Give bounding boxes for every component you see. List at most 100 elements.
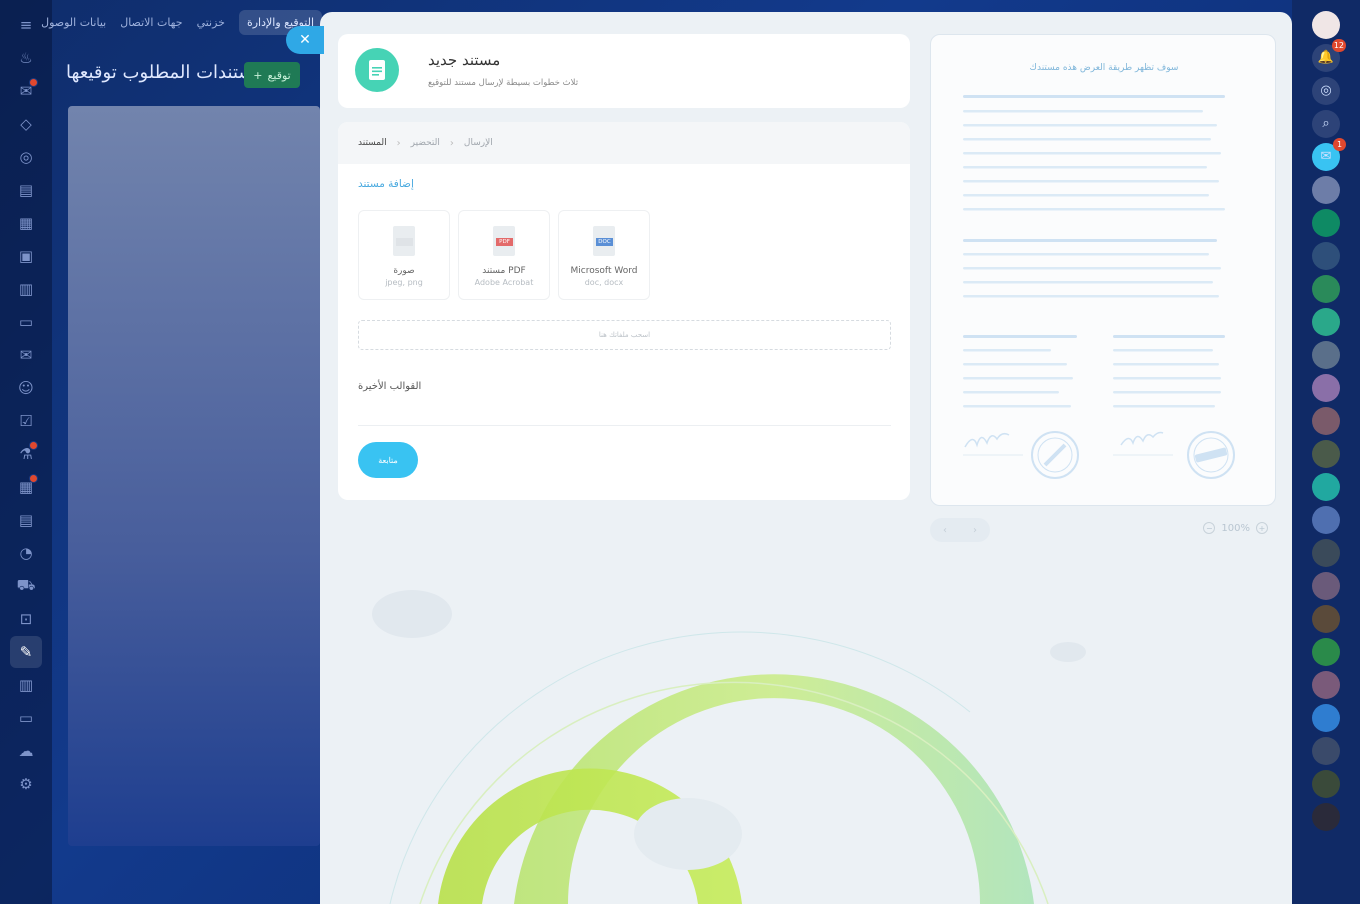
add-document-heading: إضافة مستند	[358, 178, 414, 190]
menu-icon[interactable]: ≡	[10, 9, 42, 41]
contact-avatar[interactable]	[1312, 373, 1340, 402]
sign-button-label: توقيع	[267, 68, 291, 82]
contact-avatar[interactable]	[1312, 340, 1340, 369]
header-card: مستند جديد ثلاث خطوات بسيطة لإرسال مستند…	[338, 34, 910, 108]
upload-pdf-tile[interactable]: PDF مستند PDF Adobe Acrobat	[458, 210, 550, 300]
pager: ‹ ›	[930, 518, 990, 542]
contact-avatar[interactable]	[1312, 307, 1340, 336]
flame-icon[interactable]: ♨	[10, 42, 42, 74]
chat-icon[interactable]: ✉	[10, 75, 42, 107]
steps-breadcrumb: المستند › التحضير › الإرسال	[338, 122, 910, 164]
left-sidebar: ≡ ♨ ✉ ◇ ◎ ▤ ▦ ▣ ▥ ▭ ✉ ☺ ☑ ⚗ ▦ ▤ ◔ ⛟ ⊡ ✎ ▥ ▭ ☁ ⚙	[0, 0, 52, 904]
sign-icon[interactable]: ✎	[10, 635, 42, 668]
upload-image-tile[interactable]: صورة jpeg, png	[358, 210, 450, 300]
filter-icon[interactable]: ⚗	[10, 438, 42, 470]
board-icon[interactable]: ▥	[10, 273, 42, 305]
tile-subtitle: Adobe Acrobat	[474, 278, 534, 287]
cart-icon[interactable]: ⛟	[10, 570, 42, 602]
contact-avatar[interactable]	[1312, 538, 1340, 567]
word-file-icon: DOC	[593, 226, 615, 256]
search-chat-icon[interactable]: ⌕	[1312, 109, 1340, 138]
sign-button[interactable]: + توقيع	[244, 62, 300, 88]
settings-icon[interactable]: ⚙	[10, 768, 42, 800]
next-page-icon[interactable]: ›	[973, 525, 977, 536]
contact-avatar[interactable]	[1312, 472, 1340, 501]
tile-subtitle: doc, docx	[584, 278, 624, 287]
continue-button[interactable]: متابعة	[358, 442, 418, 478]
notification-badge: 1	[1333, 137, 1346, 151]
step-send[interactable]: الإرسال	[464, 138, 493, 148]
divider	[358, 425, 891, 426]
tab-vault[interactable]: خزنتي	[197, 16, 225, 29]
notification-badge: 12	[1331, 38, 1346, 52]
contact-avatar[interactable]	[1312, 274, 1340, 303]
zoom-level: 100%	[1221, 522, 1250, 534]
drop-zone[interactable]: اسحب ملفاتك هنا	[358, 320, 891, 350]
contact-avatar[interactable]	[1312, 604, 1340, 633]
mail-icon[interactable]: ✉	[10, 339, 42, 371]
document-icon[interactable]: ▣	[10, 240, 42, 272]
calendar-icon[interactable]: ▦	[10, 207, 42, 239]
target-icon[interactable]: ◎	[1312, 76, 1340, 105]
zoom-control: − 100% +	[1203, 522, 1268, 534]
contact-avatar[interactable]	[1312, 208, 1340, 237]
checklist-icon[interactable]: ☑	[10, 405, 42, 437]
contact-avatar[interactable]	[1312, 769, 1340, 798]
drive-icon[interactable]: ▭	[10, 306, 42, 338]
modal-subtitle: ثلاث خطوات بسيطة لإرسال مستند للتوقيع	[428, 78, 579, 88]
zoom-out-icon[interactable]: −	[1203, 522, 1216, 534]
recent-templates-heading: القوالب الأخيرة	[358, 381, 422, 392]
contact-avatar[interactable]	[1312, 175, 1340, 204]
cloud-icon[interactable]: ☁	[10, 735, 42, 767]
feed-icon[interactable]: ▤	[10, 174, 42, 206]
contact-avatar[interactable]	[1312, 571, 1340, 600]
zoom-in-icon[interactable]: +	[1256, 522, 1268, 534]
contact-avatar[interactable]	[1312, 802, 1340, 831]
tasks-icon[interactable]: ◇	[10, 108, 42, 140]
target-icon[interactable]: ◎	[10, 141, 42, 173]
notification-dot	[29, 473, 38, 483]
upload-word-tile[interactable]: DOC Microsoft Word doc, docx	[558, 210, 650, 300]
chevron-icon: ›	[396, 137, 401, 149]
chat-bubble-icon[interactable]: ✉ 1	[1312, 137, 1346, 171]
plus-icon: +	[253, 68, 263, 82]
preview-controls: ‹ › − 100% +	[930, 518, 1276, 542]
card-icon[interactable]: ▭	[10, 702, 42, 734]
contact-avatar[interactable]	[1312, 406, 1340, 435]
tile-subtitle: jpeg, png	[385, 278, 423, 287]
tile-title: Microsoft Word	[570, 266, 638, 276]
contact-avatar[interactable]	[1312, 637, 1340, 666]
new-document-slider: مستند جديد ثلاث خطوات بسيطة لإرسال مستند…	[320, 12, 1292, 904]
close-button[interactable]: ✕	[286, 26, 324, 54]
bell-icon[interactable]: 🔔 12	[1312, 38, 1346, 72]
pdf-file-icon: PDF	[493, 226, 515, 256]
contacts-icon[interactable]: ☺	[10, 372, 42, 404]
tab-access[interactable]: بيانات الوصول	[41, 16, 106, 29]
tab-contacts[interactable]: جهات الاتصال	[120, 16, 182, 29]
top-tabs: التوقيع والإدارة خزنتي جهات الاتصال بيان…	[41, 0, 322, 44]
contact-avatar[interactable]	[1312, 670, 1340, 699]
step-prepare[interactable]: التحضير	[411, 138, 440, 148]
user-avatar[interactable]	[1312, 10, 1340, 39]
notification-dot	[29, 440, 38, 450]
invoice-icon[interactable]: ⊡	[10, 603, 42, 635]
analytics-icon[interactable]: ◔	[10, 537, 42, 569]
chart-icon[interactable]: ▥	[10, 669, 42, 701]
contact-avatar[interactable]	[1312, 505, 1340, 534]
contact-avatar[interactable]	[1312, 241, 1340, 270]
document-icon	[355, 48, 399, 92]
prev-page-icon[interactable]: ‹	[943, 525, 947, 536]
inventory-icon[interactable]: ▤	[10, 504, 42, 536]
document-preview: سوف تظهر طريقة العرض هذه مستندك	[930, 34, 1276, 506]
contact-avatar[interactable]	[1312, 703, 1340, 732]
schedule-icon[interactable]: ▦	[10, 471, 42, 503]
modal-title: مستند جديد	[428, 51, 501, 69]
image-file-icon	[393, 226, 415, 256]
contact-avatar[interactable]	[1312, 439, 1340, 468]
chevron-icon: ›	[449, 137, 454, 149]
step-document[interactable]: المستند	[358, 138, 387, 148]
contact-avatar[interactable]	[1312, 736, 1340, 765]
right-sidebar: 🔔 12 ◎ ⌕ ✉ 1	[1292, 0, 1360, 904]
upload-card: المستند › التحضير › الإرسال إضافة مستند …	[338, 122, 910, 500]
preview-illustration	[963, 95, 1235, 479]
